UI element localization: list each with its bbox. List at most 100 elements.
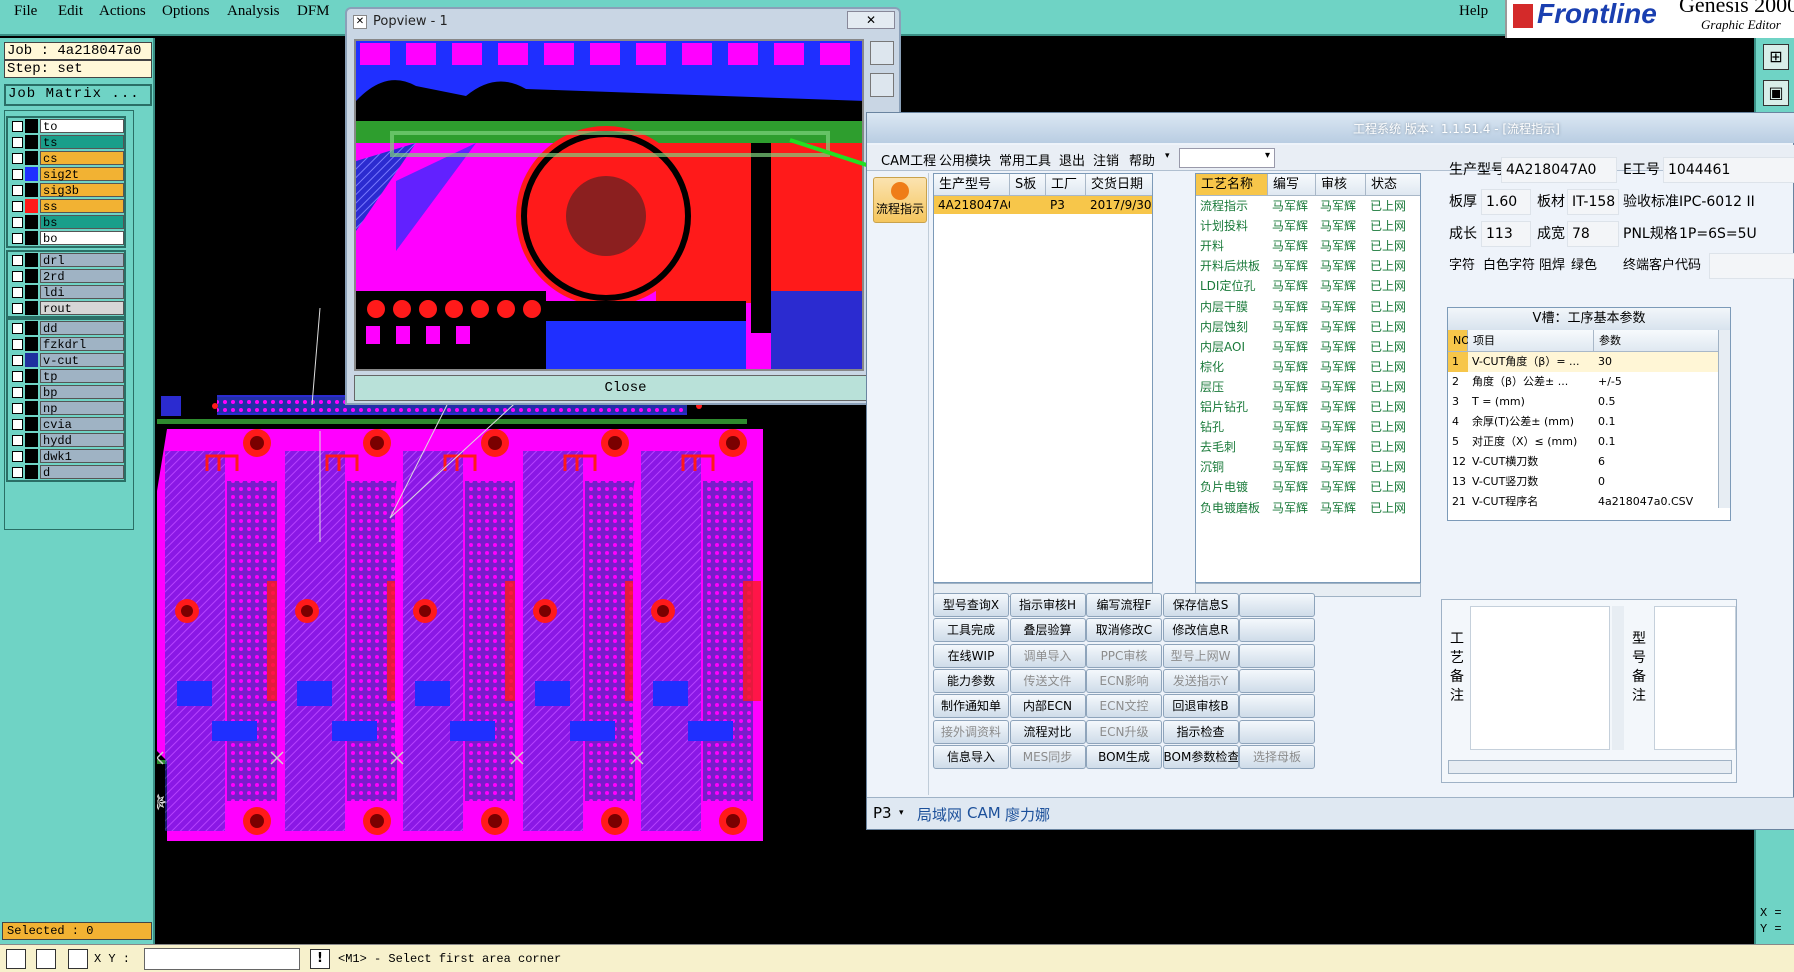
action-button[interactable] bbox=[1239, 694, 1315, 719]
action-button[interactable]: 流程对比 bbox=[1009, 719, 1086, 744]
action-button[interactable]: 保存信息S bbox=[1162, 593, 1239, 617]
action-button[interactable]: ECN文控 bbox=[1086, 694, 1162, 719]
menu-help[interactable]: 帮助 bbox=[1129, 150, 1155, 169]
table-cell: 开料 bbox=[1200, 239, 1225, 254]
craft-note-textarea[interactable] bbox=[1470, 606, 1610, 750]
table-row[interactable]: 内层干膜 马军辉 马军辉 已上网 bbox=[1196, 297, 1420, 317]
menu-tools[interactable]: 常用工具 bbox=[999, 150, 1051, 169]
factory-dropdown-icon[interactable]: ▾ bbox=[899, 808, 904, 818]
action-button[interactable] bbox=[1239, 719, 1315, 744]
tab-factory[interactable]: P3 bbox=[873, 804, 892, 822]
table-row[interactable]: 层压 马军辉 马军辉 已上网 bbox=[1196, 377, 1420, 397]
snap-icon[interactable] bbox=[6, 949, 26, 969]
action-button[interactable]: 信息导入 bbox=[933, 744, 1009, 769]
orders-grid[interactable]: 生产型号 S板 工厂 交货日期 4A218047A0 P3 2017/9/30 bbox=[933, 173, 1153, 583]
table-row[interactable]: 去毛刺 马军辉 马军辉 已上网 bbox=[1196, 437, 1420, 457]
action-button[interactable]: 接外调资料 bbox=[933, 719, 1009, 744]
action-button[interactable]: 型号上网W bbox=[1162, 643, 1239, 668]
action-button[interactable]: 能力参数 bbox=[933, 668, 1009, 693]
column-header[interactable]: 编写 bbox=[1268, 174, 1316, 196]
action-button[interactable]: BOM生成 bbox=[1086, 744, 1162, 769]
action-button[interactable]: ECN影响 bbox=[1086, 668, 1162, 693]
table-row[interactable]: 1 V-CUT角度（β）= ... 30 bbox=[1448, 352, 1720, 372]
action-button[interactable]: BOM参数检查 bbox=[1162, 744, 1239, 769]
table-row[interactable]: 开料后烘板 马军辉 马军辉 已上网 bbox=[1196, 256, 1420, 276]
menu-common-module[interactable]: 公用模块 bbox=[939, 150, 991, 169]
tab-cam[interactable]: CAM bbox=[967, 804, 1001, 822]
table-row[interactable]: 2 角度（β）公差± ... +/-5 bbox=[1448, 372, 1720, 392]
tab-user[interactable]: 廖力娜 bbox=[1005, 804, 1050, 825]
table-row[interactable]: 流程指示 马军辉 马军辉 已上网 bbox=[1196, 196, 1420, 216]
column-header[interactable]: 参数 bbox=[1594, 330, 1720, 352]
column-header[interactable]: 状态 bbox=[1366, 174, 1420, 196]
column-header[interactable]: 项目 bbox=[1468, 330, 1594, 352]
action-button[interactable]: ECN升级 bbox=[1086, 719, 1162, 744]
action-button[interactable] bbox=[1239, 618, 1315, 643]
column-header[interactable]: NO bbox=[1448, 330, 1470, 352]
vcut-params-panel[interactable]: V槽：工序基本参数 NO 项目 参数 1 V-CUT角度（β）= ... 30 2 角度（β）… bbox=[1447, 307, 1731, 521]
action-button[interactable]: 回退审核B bbox=[1162, 694, 1239, 719]
action-button[interactable]: 传送文件 bbox=[1009, 668, 1086, 693]
action-button[interactable]: 修改信息R bbox=[1162, 618, 1239, 643]
table-row[interactable]: 铝片钻孔 马军辉 马军辉 已上网 bbox=[1196, 397, 1420, 417]
menu-cam[interactable]: CAM工程 bbox=[881, 150, 936, 169]
action-button[interactable]: 取消修改C bbox=[1086, 618, 1162, 643]
table-row[interactable]: 开料 马军辉 马军辉 已上网 bbox=[1196, 236, 1420, 256]
table-row[interactable]: 4 余厚(T)公差± (mm) 0.1 bbox=[1448, 412, 1720, 432]
vcut-vscroll[interactable] bbox=[1718, 330, 1730, 508]
action-button[interactable]: PPC审核 bbox=[1086, 643, 1162, 668]
table-row[interactable]: LDI定位孔 马军辉 马军辉 已上网 bbox=[1196, 276, 1420, 296]
table-row[interactable]: 负片电镀 马军辉 马军辉 已上网 bbox=[1196, 477, 1420, 497]
action-button[interactable]: 选择母板 bbox=[1239, 744, 1315, 769]
table-row[interactable]: 内层蚀刻 马军辉 马军辉 已上网 bbox=[1196, 317, 1420, 337]
column-header[interactable]: 交货日期 bbox=[1086, 174, 1152, 196]
table-row[interactable]: 21 V-CUT程序名 4a218047a0.CSV bbox=[1448, 492, 1720, 512]
tab-lan[interactable]: 局域网 bbox=[917, 804, 962, 825]
action-button[interactable] bbox=[1239, 643, 1315, 668]
action-button[interactable]: 发送指示Y bbox=[1162, 668, 1239, 693]
menu-logout[interactable]: 注销 bbox=[1093, 150, 1119, 169]
action-button[interactable]: 工具完成 bbox=[933, 618, 1009, 643]
table-row[interactable]: 棕化 马军辉 马军辉 已上网 bbox=[1196, 357, 1420, 377]
action-button[interactable]: MES同步 bbox=[1009, 744, 1086, 769]
table-row[interactable]: 钻孔 马军辉 马军辉 已上网 bbox=[1196, 417, 1420, 437]
action-button[interactable]: 编写流程F bbox=[1086, 593, 1162, 617]
action-button[interactable] bbox=[1239, 593, 1315, 617]
model-note-textarea[interactable] bbox=[1654, 606, 1736, 750]
xy-input[interactable] bbox=[144, 948, 300, 970]
column-header[interactable]: 工厂 bbox=[1046, 174, 1086, 196]
action-button[interactable]: 制作通知单 bbox=[933, 694, 1009, 719]
column-header[interactable]: 工艺名称 bbox=[1196, 174, 1268, 196]
craft-note-scroll[interactable] bbox=[1612, 606, 1624, 750]
table-row[interactable]: 5 对正度（X）≤ (mm) 0.1 bbox=[1448, 432, 1720, 452]
column-header[interactable]: S板 bbox=[1010, 174, 1046, 196]
help-dropdown-icon[interactable]: ▾ bbox=[1165, 151, 1170, 161]
action-button[interactable]: 指示检查 bbox=[1162, 719, 1239, 744]
action-button[interactable]: 指示审核H bbox=[1009, 593, 1086, 617]
table-row[interactable]: 内层AOI 马军辉 马军辉 已上网 bbox=[1196, 337, 1420, 357]
action-button[interactable]: 型号查询X bbox=[933, 593, 1009, 617]
action-button[interactable]: 叠层验算 bbox=[1009, 618, 1086, 643]
process-grid[interactable]: 工艺名称 编写 审核 状态 流程指示 马军辉 马军辉 已上网 计划投料 马军辉 马军辉 已上网 开料 马军… bbox=[1195, 173, 1421, 583]
grid-icon[interactable] bbox=[36, 949, 56, 969]
column-header[interactable]: 审核 bbox=[1316, 174, 1366, 196]
table-row[interactable]: 13 V-CUT竖刀数 0 bbox=[1448, 472, 1720, 492]
menu-exit[interactable]: 退出 bbox=[1059, 150, 1085, 169]
column-header[interactable]: 生产型号 bbox=[934, 174, 1010, 196]
vcut-params-grid[interactable]: NO 项目 参数 1 V-CUT角度（β）= ... 30 2 角度（β）公差± ... +/-… bbox=[1448, 330, 1730, 520]
module-select[interactable]: ▾ bbox=[1179, 148, 1275, 168]
measure-icon[interactable] bbox=[68, 949, 88, 969]
table-row[interactable]: 负电镀磨板 马军辉 马军辉 已上网 bbox=[1196, 498, 1420, 518]
action-button[interactable]: 在线WIP bbox=[933, 643, 1009, 668]
width-label: 成宽 bbox=[1537, 226, 1565, 242]
notes-hscroll[interactable] bbox=[1448, 760, 1732, 774]
table-row[interactable]: 3 T = (mm) 0.5 bbox=[1448, 392, 1720, 412]
table-row[interactable]: 计划投料 马军辉 马军辉 已上网 bbox=[1196, 216, 1420, 236]
action-button[interactable]: 内部ECN bbox=[1009, 694, 1086, 719]
table-row[interactable]: 沉铜 马军辉 马军辉 已上网 bbox=[1196, 457, 1420, 477]
alert-icon[interactable]: ! bbox=[310, 949, 330, 969]
action-button[interactable] bbox=[1239, 668, 1315, 693]
table-row[interactable]: 4A218047A0 P3 2017/9/30 bbox=[934, 196, 1152, 214]
table-row[interactable]: 12 V-CUT横刀数 6 bbox=[1448, 452, 1720, 472]
action-button[interactable]: 调单导入 bbox=[1009, 643, 1086, 668]
